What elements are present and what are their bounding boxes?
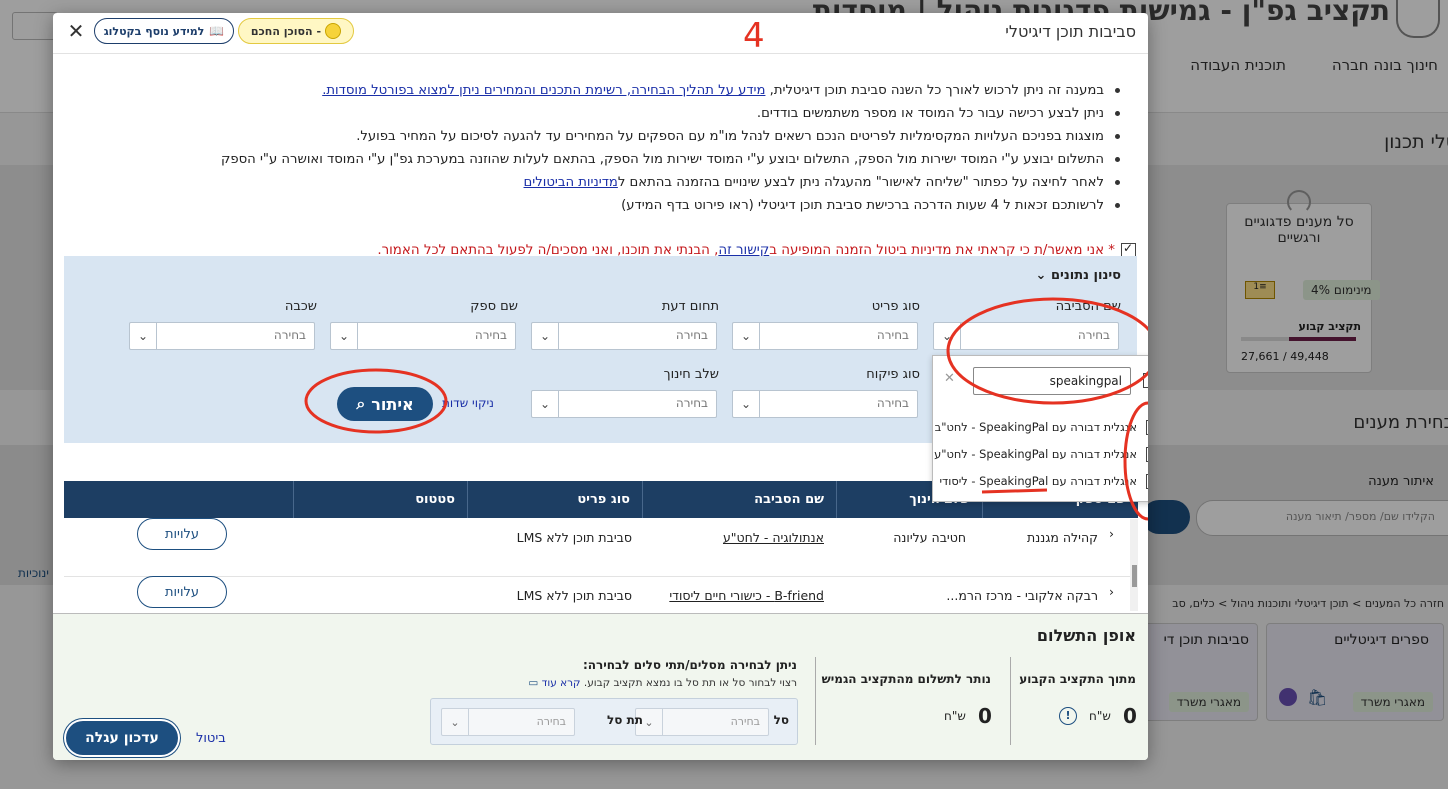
annotation-circle-search-button: [304, 368, 448, 434]
annotation-number: 4: [743, 16, 765, 56]
annotation-underline: [981, 488, 1048, 494]
environment-modal: סביבות תוכן דיגיטלי ✕ 📖 למידע נוסף בקטלו…: [53, 13, 1148, 760]
annotation-circle-search: [946, 297, 1148, 405]
annotation-layer: 4: [304, 16, 1148, 521]
annotation-circle-checkboxes: [1123, 401, 1148, 521]
